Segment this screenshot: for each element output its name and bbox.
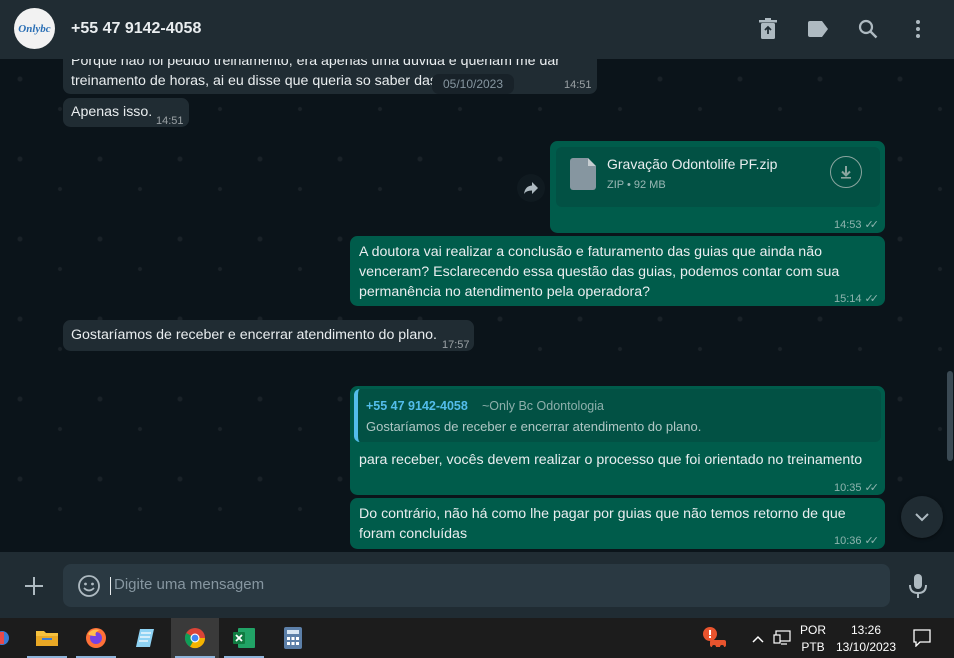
message-incoming[interactable]: Apenas isso. 14:51 [63, 98, 189, 127]
notes-icon [136, 629, 154, 647]
emoji-button[interactable] [77, 574, 101, 598]
message-text: permanência no atendimento pela operador… [359, 284, 651, 300]
menu-icon[interactable] [906, 17, 930, 41]
avatar[interactable]: Onlybc [14, 8, 55, 49]
message-time: 10:36 ✓✓ [834, 531, 880, 551]
avatar-logo: Onlybc [18, 22, 51, 35]
contact-name[interactable]: +55 47 9142-4058 [71, 20, 201, 38]
label-icon[interactable] [806, 17, 830, 41]
date-chip: 05/10/2023 [432, 74, 514, 94]
taskbar-app-notes[interactable] [121, 618, 169, 658]
message-outgoing[interactable]: Do contrário, não há como lhe pagar por … [350, 498, 885, 549]
taskbar: POR PTB 13:26 13/10/2023 [0, 618, 954, 658]
message-text: Porque não foi pedido treinamento, era a… [71, 59, 560, 69]
mic-icon [909, 574, 927, 598]
app-icon [0, 631, 9, 645]
clock-date[interactable]: 13/10/2023 [830, 640, 902, 654]
firefox-icon [86, 628, 106, 648]
taskbar-firefox[interactable] [72, 618, 120, 658]
double-check-icon: ✓✓ [864, 535, 880, 547]
file-meta: ZIP • 92 MB [607, 179, 666, 191]
scrollbar[interactable] [947, 371, 953, 461]
quote-alias: ~Only Bc Odontologia [482, 399, 604, 413]
message-text: Do contrário, não há como lhe pagar por … [359, 506, 846, 522]
delete-icon[interactable] [756, 17, 780, 41]
forward-button[interactable] [517, 174, 545, 202]
emoji-icon [78, 575, 100, 597]
quoted-message[interactable]: +55 47 9142-4058 ~Only Bc Odontologia Go… [354, 389, 881, 442]
composer: Digite uma mensagem [0, 552, 954, 618]
message-time: 10:35 ✓✓ [834, 478, 880, 498]
warning-app-icon[interactable] [701, 626, 727, 650]
message-time: 17:57 [442, 339, 470, 351]
message-time-value: 14:53 [834, 219, 862, 231]
chevron-up-icon[interactable] [751, 631, 765, 649]
language-top[interactable]: POR [798, 623, 828, 637]
clock-time[interactable]: 13:26 [836, 623, 896, 637]
mic-button[interactable] [906, 573, 930, 599]
search-icon[interactable] [856, 17, 880, 41]
file-icon [570, 158, 596, 190]
message-time-value: 10:35 [834, 482, 862, 494]
file-attachment[interactable]: Gravação Odontolife PF.zip ZIP • 92 MB [556, 147, 880, 207]
message-text: Gostaríamos de receber e encerrar atendi… [71, 327, 437, 343]
message-time: 15:14 ✓✓ [834, 289, 880, 309]
chat-header: Onlybc +55 47 9142-4058 [0, 0, 954, 59]
message-text: para receber, vocês devem realizar o pro… [359, 452, 863, 468]
message-time-value: 10:36 [834, 535, 862, 547]
message-outgoing[interactable]: A doutora vai realizar a conclusão e fat… [350, 236, 885, 306]
attach-button[interactable] [22, 574, 46, 598]
taskbar-excel[interactable] [220, 618, 268, 658]
taskbar-calculator[interactable] [269, 618, 317, 658]
message-text: Apenas isso. [71, 104, 153, 120]
file-name: Gravação Odontolife PF.zip [607, 156, 778, 172]
double-check-icon: ✓✓ [864, 293, 880, 305]
folder-icon [36, 631, 58, 646]
message-text: foram concluídas [359, 526, 468, 542]
message-placeholder: Digite uma mensagem [114, 576, 265, 593]
quote-text: Gostaríamos de receber e encerrar atendi… [366, 419, 702, 434]
message-input[interactable]: Digite uma mensagem [63, 564, 890, 607]
notification-icon[interactable] [913, 629, 931, 652]
calculator-icon [284, 627, 302, 649]
message-text: venceram? Esclarecendo essa questão das … [359, 264, 840, 280]
message-incoming[interactable]: Gostaríamos de receber e encerrar atendi… [63, 320, 474, 351]
chevron-down-icon [915, 513, 929, 522]
scroll-down-button[interactable] [901, 496, 943, 538]
message-text: A doutora vai realizar a conclusão e fat… [359, 244, 822, 260]
plus-icon [25, 577, 43, 595]
chat-area[interactable]: Porque não foi pedido treinamento, era a… [0, 59, 954, 552]
message-time: 14:53 ✓✓ [834, 218, 880, 231]
double-check-icon: ✓✓ [864, 482, 880, 494]
download-icon [841, 166, 851, 179]
taskbar-file-explorer[interactable] [23, 618, 71, 658]
excel-icon [233, 628, 255, 648]
message-time: 14:51 [564, 79, 592, 91]
message-incoming[interactable]: Porque não foi pedido treinamento, era a… [63, 59, 597, 94]
quote-author: +55 47 9142-4058 [366, 399, 468, 413]
download-button[interactable] [830, 156, 862, 188]
text-caret [110, 577, 111, 595]
message-time: 14:51 [156, 115, 184, 127]
network-icon[interactable] [773, 630, 791, 651]
taskbar-chrome[interactable] [171, 618, 219, 658]
double-check-icon: ✓✓ [864, 219, 880, 231]
message-time-value: 15:14 [834, 293, 862, 305]
chrome-icon [184, 628, 206, 649]
message-text: treinamento de horas, ai eu disse que qu… [71, 73, 437, 89]
language-bottom[interactable]: PTB [798, 640, 828, 654]
